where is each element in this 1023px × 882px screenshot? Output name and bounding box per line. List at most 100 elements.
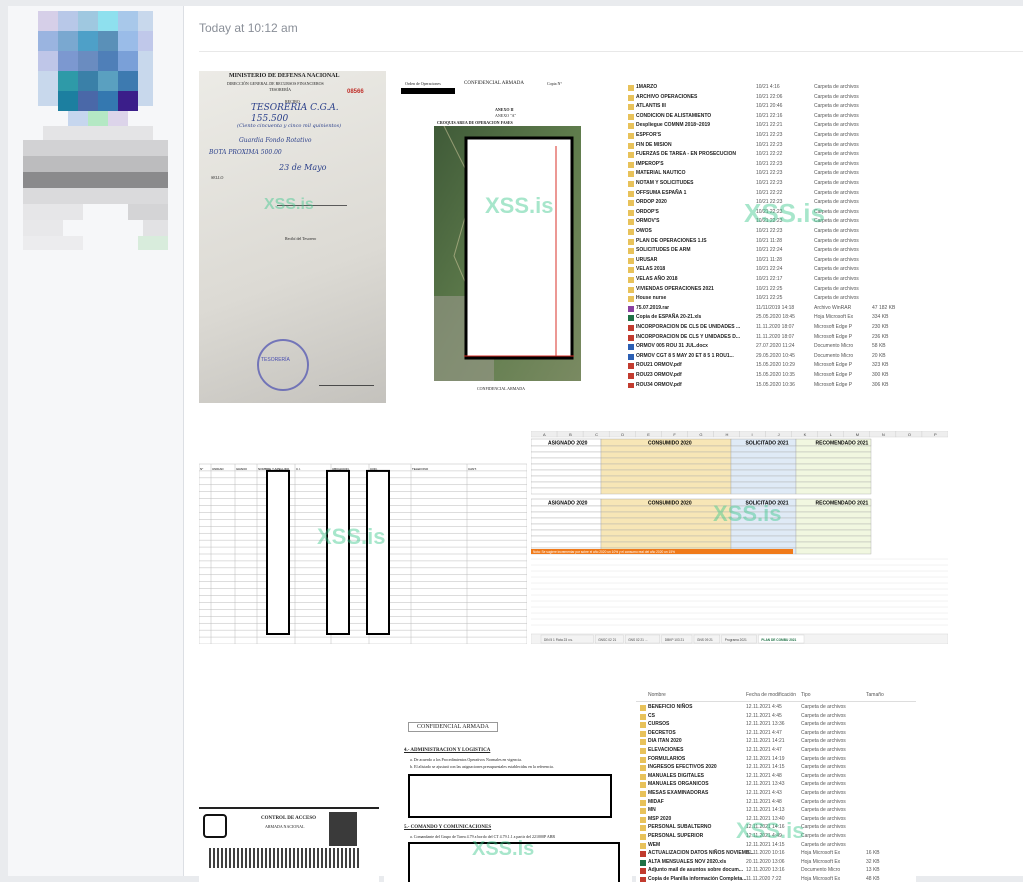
explorer-row[interactable]: VELAS AÑO 2018 10/21 22:17 Carpeta de arch… — [624, 276, 914, 285]
explorer-cell: 10/21 22:23 — [756, 218, 783, 225]
excel-note: Nota: Se sugiere incrementar por sobre e… — [533, 550, 675, 554]
explorer-row[interactable]: VELAS 2018 10/21 22:24 Carpeta de archivos — [624, 266, 914, 275]
attachment-file-explorer-2[interactable]: Nombre Fecha de modificación Tipo Tamaño BEN… — [636, 690, 916, 882]
blurred-avatar[interactable] — [8, 6, 183, 266]
map-anexo: ANEXO II — [495, 107, 514, 112]
attachment-id-card[interactable]: CONTROL DE ACCESO ARMADA NACIONAL — [199, 802, 379, 882]
explorer-cell: 12.11.2021 14:16 — [746, 824, 785, 831]
folder-icon — [640, 816, 646, 823]
excel-row — [531, 523, 602, 531]
excel-row — [600, 541, 732, 549]
attachment-personnel-table[interactable]: N° UNIDAD GRADO NOMBRE Y APELLIDO C.I. UBICAC… — [199, 458, 527, 644]
attachment-excel-fuel-plan[interactable]: A B C D E F G H I J K L M N O P ASIGNADO 2020 CONSUMIDO 2… — [531, 431, 948, 644]
explorer-row[interactable]: VIVIENDAS OPERACIONES 2021 10/21 22:25 Car… — [624, 286, 914, 295]
excel-row — [730, 469, 797, 477]
explorer-row[interactable]: ESPFOR'S 10/21 22:23 Carpeta de archivos — [624, 132, 914, 141]
explorer-row[interactable]: ROU34 ORMOV.pdf 15.05.2020 10:36 Microsoft… — [624, 382, 914, 388]
explorer-row[interactable]: CONDICION DE ALISTAMIENTO 10/21 22:16 Carp… — [624, 113, 914, 122]
explorer-column-header[interactable]: Tipo — [801, 692, 811, 698]
file-icon — [628, 344, 634, 351]
explorer-row[interactable]: ARCHIVO OPERACIONES 10/21 22:06 Carpeta de… — [624, 94, 914, 103]
explorer-row[interactable]: ORMOV CGT 8 5 MAY 20 ET 8 5 1 ROU1... 29.… — [624, 353, 914, 362]
folder-icon — [640, 799, 646, 806]
explorer-row[interactable]: Copia de Planilla información Completa..… — [636, 876, 916, 882]
excel-column-label: A — [543, 432, 546, 437]
explorer-row[interactable]: FIN DE MISION 10/21 22:23 Carpeta de archi… — [624, 142, 914, 151]
explorer-cell: SOLICITUDES DE ARM — [636, 247, 691, 254]
explorer-column-header[interactable]: Tamaño — [866, 692, 884, 698]
explorer-cell: Carpeta de archivos — [814, 218, 859, 225]
folder-icon — [628, 286, 634, 293]
explorer-row[interactable]: ORDOP'S 10/21 22:23 Carpeta de archivos — [624, 209, 914, 218]
attachment-confidential-doc[interactable]: CONFIDENCIAL ARMADA 4.- ADMINISTRACION Y… — [384, 706, 632, 882]
explorer-cell: 11/11/2019 14:18 — [756, 304, 795, 311]
explorer-column-header[interactable]: Fecha de modificación — [746, 692, 796, 698]
explorer-column-header[interactable]: Nombre — [648, 692, 666, 698]
folder-icon — [628, 85, 634, 91]
explorer-cell: ALTA MENSUALES NOV 2020.xls — [648, 858, 727, 865]
excel-row — [600, 457, 732, 465]
explorer-row[interactable]: MATERIAL NAUTICO 10/21 22:23 Carpeta de ar… — [624, 170, 914, 179]
explorer-cell: 15.05.2020 10:36 — [756, 381, 795, 388]
explorer-cell: 12.11.2021 4:45 — [746, 712, 782, 719]
explorer-row[interactable]: ORMOV'S 10/21 22:23 Carpeta de archivos — [624, 218, 914, 227]
explorer-row[interactable]: INCORPORACION DE CLS DE UNIDADES ... 11.1… — [624, 324, 914, 333]
explorer-cell: FUERZAS DE TAREA - EN PROSECUCION — [636, 151, 737, 158]
explorer-row[interactable]: PLAN DE OPERACIONES 1.IS 10/21 11:28 Carpe… — [624, 238, 914, 247]
explorer-cell: VELAS 2018 — [636, 266, 666, 273]
explorer-cell: Carpeta de archivos — [801, 824, 846, 831]
explorer-row[interactable]: OWOS 10/21 22:23 Carpeta de archivos — [624, 228, 914, 237]
explorer-row[interactable]: OFFSUMA ESPAÑA 1 10/21 22:22 Carpeta de ar… — [624, 190, 914, 199]
explorer-row[interactable]: 75.07.2019.rar 11/11/2019 14:18 Archivo Wi… — [624, 305, 914, 314]
folder-icon — [640, 765, 646, 772]
explorer-row[interactable]: 1MARZO 10/21 4:16 Carpeta de archivos — [624, 84, 914, 93]
explorer-cell: Carpeta de archivos — [814, 285, 859, 292]
excel-row — [531, 511, 602, 519]
explorer-cell: 20 KB — [872, 352, 886, 359]
receipt-stamp — [257, 339, 309, 391]
explorer-row[interactable]: ATLANTIS III 10/21 20:46 Carpeta de archiv… — [624, 103, 914, 112]
explorer-cell: CS — [648, 712, 655, 719]
explorer-row[interactable]: NOTAM Y SOLICITUDES 10/21 22:23 Carpeta de… — [624, 180, 914, 189]
explorer-row[interactable]: House nurse 10/21 22:25 Carpeta de archivo… — [624, 295, 914, 304]
explorer-row[interactable]: Despliegue COMNM 2018~2019 10/21 22:21 Car… — [624, 122, 914, 131]
explorer-row[interactable]: INCORPORACION DE CLS Y UNIDADES D... 11.1… — [624, 334, 914, 343]
excel-row — [531, 481, 602, 489]
folder-icon — [640, 782, 646, 789]
explorer-row[interactable]: ORMOV 005 ROU 31 JUL.docx 27.07.2020 11:2… — [624, 343, 914, 352]
excel-row — [600, 481, 732, 489]
attachment-file-explorer-1[interactable]: 1MARZO 10/21 4:16 Carpeta de archivos ARCHI… — [624, 78, 914, 388]
explorer-cell: MANUALES DIGITALES — [648, 772, 705, 779]
explorer-cell: MSP 2020 — [648, 815, 672, 822]
explorer-cell: 12.11.2021 4:48 — [746, 772, 782, 779]
explorer-cell: Carpeta de archivos — [814, 266, 859, 273]
explorer-row[interactable]: ORDOP 2020 10/21 22:23 Carpeta de archivos — [624, 199, 914, 208]
explorer-row[interactable]: URUSAR 10/21 11:28 Carpeta de archivos — [624, 257, 914, 266]
explorer-cell: Carpeta de archivos — [814, 208, 859, 215]
explorer-row[interactable]: ROU23 ORMOV.pdf 15.05.2020 10:35 Microsoft… — [624, 372, 914, 381]
explorer-row[interactable]: SOLICITUDES DE ARM 10/21 22:24 Carpeta de … — [624, 247, 914, 256]
attachment-map-document[interactable]: Orden de Operaciones CONFIDENCIAL ARMADA… — [399, 71, 604, 403]
explorer-cell: 29.05.2020 10:45 — [756, 352, 795, 359]
excel-column-label: D — [621, 432, 624, 437]
excel-row — [730, 481, 797, 489]
explorer-cell: NOTAM Y SOLICITUDES — [636, 180, 694, 186]
attachment-receipt-photo[interactable]: MINISTERIO DE DEFENSA NACIONAL DIRECCIÓN… — [199, 71, 386, 403]
table-header-cell: TELEFONO — [412, 467, 429, 471]
explorer-cell: FIN DE MISION — [636, 141, 672, 148]
folder-icon — [628, 123, 634, 130]
explorer-row[interactable]: FUERZAS DE TAREA - EN PROSECUCION 10/21 2… — [624, 151, 914, 160]
explorer-cell: Carpeta de archivos — [814, 276, 859, 282]
explorer-row[interactable]: IMPEROP'S 10/21 22:23 Carpeta de archivos — [624, 161, 914, 170]
explorer-row[interactable]: ROU21 ORMOV.pdf 15.05.2020 10:29 Microsoft… — [624, 362, 914, 371]
excel-row — [795, 475, 872, 483]
folder-icon — [640, 748, 646, 754]
explorer-cell: VELAS AÑO 2018 — [636, 276, 678, 282]
explorer-row[interactable]: Copia de ESPAÑA 20-21.xls 25.05.2020 18:4… — [624, 314, 914, 323]
id-card-photo — [329, 812, 357, 846]
excel-column-label: C — [595, 432, 598, 437]
explorer-cell: Carpeta de archivos — [801, 807, 846, 814]
folder-icon — [640, 791, 646, 797]
file-icon — [628, 305, 634, 312]
explorer-cell: 10/21 22:21 — [756, 122, 783, 129]
